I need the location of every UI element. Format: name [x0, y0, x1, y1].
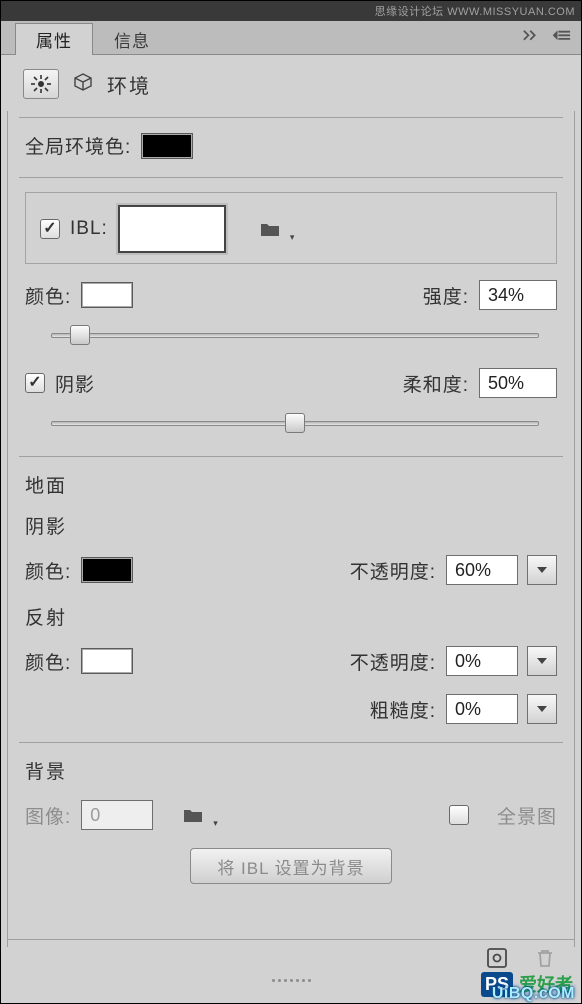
- bg-image-field: 0: [81, 800, 153, 830]
- dropdown-triangle-icon: ▾: [290, 232, 295, 243]
- tab-bar: 属性 信息: [1, 21, 581, 55]
- ground-shadow-color-swatch[interactable]: [81, 557, 133, 583]
- panel-title: 环境: [107, 70, 151, 99]
- roughness-dropdown[interactable]: [527, 694, 557, 724]
- ibl-frame: IBL: ▾: [25, 192, 557, 264]
- trash-icon: [534, 947, 556, 969]
- ground-title: 地面: [25, 471, 557, 498]
- ground-shadow-title: 阴影: [25, 512, 557, 539]
- divider: [19, 742, 563, 743]
- ground-reflect-opacity-label: 不透明度:: [350, 648, 436, 675]
- divider: [19, 177, 563, 178]
- ibl-image-swatch[interactable]: [118, 205, 226, 253]
- softness-slider[interactable]: [51, 412, 539, 436]
- set-ibl-as-bg-button[interactable]: 将 IBL 设置为背景: [190, 848, 391, 884]
- background-title: 背景: [25, 757, 557, 784]
- shadow-label: 阴影: [55, 370, 95, 397]
- ground-reflect-title: 反射: [25, 603, 557, 630]
- collapse-icon[interactable]: [523, 29, 541, 43]
- ground-reflect-opacity-field[interactable]: 0%: [446, 646, 518, 676]
- ground-reflect-color-label: 颜色:: [25, 648, 71, 675]
- panorama-label: 全景图: [497, 802, 557, 829]
- panorama-checkbox[interactable]: [449, 805, 469, 825]
- ground-reflect-color-swatch[interactable]: [81, 648, 133, 674]
- watermark-url: UiBQ.cOM: [492, 985, 575, 1003]
- ground-reflect-opacity-dropdown[interactable]: [527, 646, 557, 676]
- render-settings-icon[interactable]: [486, 947, 508, 969]
- global-ambient-label: 全局环境色:: [25, 132, 131, 159]
- bg-image-folder-button[interactable]: [181, 805, 205, 825]
- ibl-checkbox[interactable]: [40, 219, 60, 239]
- tab-properties[interactable]: 属性: [15, 23, 93, 55]
- ibl-color-label: 颜色:: [25, 282, 71, 309]
- shadow-checkbox[interactable]: [25, 373, 45, 393]
- intensity-field[interactable]: 34%: [479, 280, 557, 310]
- bg-image-label: 图像:: [25, 802, 71, 829]
- intensity-slider[interactable]: [51, 324, 539, 348]
- roughness-field[interactable]: 0%: [446, 694, 518, 724]
- intensity-label: 强度:: [423, 282, 469, 309]
- roughness-label: 粗糙度:: [370, 696, 436, 723]
- panel-footer: [8, 939, 574, 975]
- light-tool-button[interactable]: [23, 69, 59, 99]
- panel-header: 环境: [1, 55, 581, 117]
- global-ambient-swatch[interactable]: [141, 133, 193, 159]
- global-ambient-row: 全局环境色:: [25, 132, 557, 159]
- divider: [19, 456, 563, 457]
- ground-shadow-opacity-field[interactable]: 60%: [446, 555, 518, 585]
- ground-shadow-opacity-label: 不透明度:: [350, 557, 436, 584]
- ibl-color-swatch[interactable]: [81, 282, 133, 308]
- ibl-label: IBL:: [70, 218, 108, 240]
- tab-info[interactable]: 信息: [93, 23, 171, 55]
- ground-shadow-color-label: 颜色:: [25, 557, 71, 584]
- left-rule: [7, 111, 8, 947]
- properties-panel: 思缘设计论坛 WWW.MISSYUAN.COM 属性 信息 环境: [0, 0, 582, 1004]
- right-rule: [574, 111, 575, 947]
- ibl-load-folder-button[interactable]: [258, 219, 282, 239]
- panel-menu-icon[interactable]: [553, 29, 571, 43]
- softness-label: 柔和度:: [403, 370, 469, 397]
- ground-shadow-opacity-dropdown[interactable]: [527, 555, 557, 585]
- softness-field[interactable]: 50%: [479, 368, 557, 398]
- divider: [19, 117, 563, 118]
- resize-grabber[interactable]: [266, 979, 316, 985]
- slider-thumb[interactable]: [70, 325, 90, 345]
- top-watermark: 思缘设计论坛 WWW.MISSYUAN.COM: [1, 1, 581, 21]
- slider-thumb[interactable]: [285, 413, 305, 433]
- dropdown-triangle-icon: ▾: [213, 818, 218, 829]
- scene-icon: [73, 73, 93, 96]
